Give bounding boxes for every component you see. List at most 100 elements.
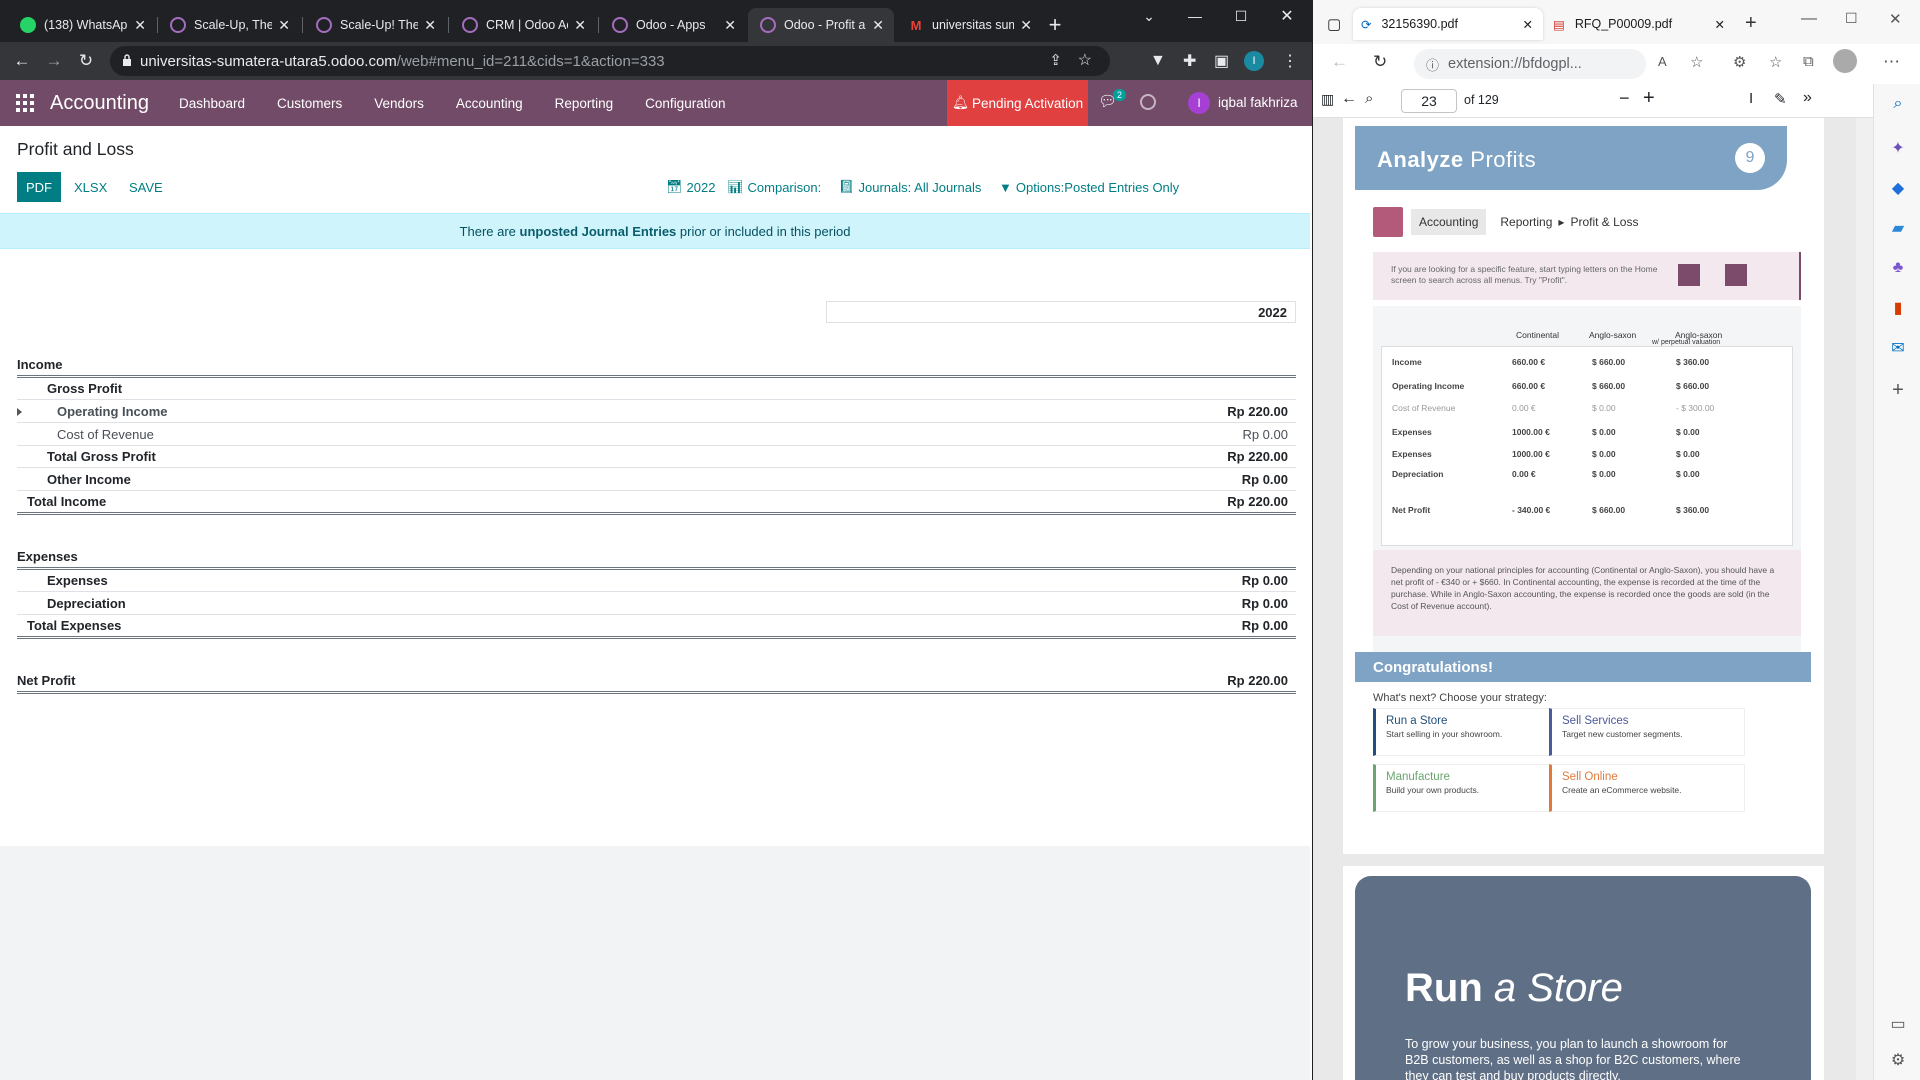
journals-filter[interactable]: 📓︎ Journals: All Journals <box>838 172 981 202</box>
tab-scaleup-2[interactable]: Scale-Up! The B ✕ <box>304 8 446 42</box>
back-button[interactable]: ← <box>1331 52 1348 72</box>
tab-pdf-rfq[interactable]: ▤ RFQ_P00009.pdf ✕ <box>1545 8 1735 40</box>
close-icon[interactable]: ✕ <box>424 17 436 34</box>
user-name[interactable]: iqbal fakhriza <box>1218 95 1298 110</box>
profile-avatar[interactable]: I <box>1244 42 1264 80</box>
find-icon[interactable]: ⌕ <box>1365 90 1373 107</box>
copilot-icon[interactable]: ✦ <box>1888 138 1908 158</box>
page-number-input[interactable]: 23 <box>1401 89 1457 113</box>
tab-gmail[interactable]: M universitas sum ✕ <box>896 8 1042 42</box>
pdf-scrollbar[interactable] <box>1856 118 1873 1080</box>
search-icon[interactable]: ⌕ <box>1888 94 1908 114</box>
pdf-button[interactable]: PDF <box>17 172 61 202</box>
user-avatar[interactable]: I <box>1188 92 1210 114</box>
address-bar[interactable]: universitas-sumatera-utara5.odoo.com/web… <box>110 46 1110 76</box>
bell-icon: 🔔︎ <box>951 95 970 110</box>
save-button[interactable]: SAVE <box>129 172 163 202</box>
address-bar[interactable]: ⓘ extension://bfdogpl... <box>1414 49 1646 79</box>
pdf-toolbar: ▥ ← ⌕ 23 of 129 − + I ✎ » <box>1313 84 1873 118</box>
table-row[interactable]: Other Income Rp 0.00 <box>17 468 1296 490</box>
more-menu-icon[interactable]: ⋯ <box>1883 52 1900 72</box>
table-row[interactable]: Expenses Rp 0.00 <box>17 569 1296 591</box>
hide-sidebar-icon[interactable]: ▭ <box>1888 1014 1908 1034</box>
add-favorite-icon[interactable]: ☆ <box>1690 53 1703 71</box>
close-icon[interactable]: ✕ <box>872 17 884 34</box>
expand-caret-icon[interactable] <box>17 408 22 416</box>
unposted-entries-link[interactable]: unposted Journal Entries <box>520 224 677 239</box>
office-icon[interactable]: ▮ <box>1888 298 1908 318</box>
extensions-puzzle-icon[interactable]: ✚ <box>1183 42 1196 80</box>
maximize-button[interactable]: ☐ <box>1845 10 1858 27</box>
xlsx-button[interactable]: XLSX <box>74 172 107 202</box>
forward-button[interactable]: → <box>40 47 68 75</box>
tab-profit-loss[interactable]: Odoo - Profit an ✕ <box>748 8 894 42</box>
table-row[interactable]: Depreciation Rp 0.00 <box>17 592 1296 614</box>
add-sidebar-icon[interactable]: + <box>1888 379 1908 401</box>
zoom-in-button[interactable]: + <box>1643 87 1655 110</box>
tab-actions-icon[interactable]: ▢ <box>1327 15 1341 33</box>
reload-button[interactable]: ↻ <box>1373 52 1387 72</box>
apps-menu-icon[interactable] <box>16 94 34 112</box>
menu-reporting[interactable]: Reporting <box>539 96 630 111</box>
menu-customers[interactable]: Customers <box>261 96 358 111</box>
edge-window: ▢ ⟳ 32156390.pdf ✕ ▤ RFQ_P00009.pdf ✕ + … <box>1313 0 1920 1080</box>
close-icon[interactable]: ✕ <box>574 17 586 34</box>
profile-avatar[interactable] <box>1833 49 1857 73</box>
back-button[interactable]: ← <box>8 47 36 75</box>
period-filter[interactable]: 📅︎ 2022 <box>666 172 715 202</box>
tab-pdf-32156390[interactable]: ⟳ 32156390.pdf ✕ <box>1353 8 1543 40</box>
tab-whatsapp[interactable]: (138) WhatsApp ✕ <box>8 8 156 42</box>
back-arrow-icon[interactable]: ← <box>1341 90 1357 108</box>
minimize-button[interactable]: — <box>1172 0 1218 32</box>
chrome-menu-icon[interactable]: ⋮ <box>1282 42 1298 80</box>
pdf-icon: ▤ <box>1553 17 1565 32</box>
minimize-button[interactable]: — <box>1801 10 1817 28</box>
close-icon[interactable]: ✕ <box>1715 17 1725 32</box>
favorites-icon[interactable]: ☆ <box>1769 53 1782 71</box>
toolbox-icon[interactable]: ▰ <box>1888 218 1908 238</box>
maximize-button[interactable]: ☐ <box>1218 0 1264 32</box>
close-window-button[interactable]: ✕ <box>1889 10 1902 28</box>
close-icon[interactable]: ✕ <box>278 17 290 34</box>
text-cursor-icon[interactable]: I <box>1749 90 1753 107</box>
share-icon[interactable]: ⇪ <box>1049 51 1062 69</box>
outlook-icon[interactable]: ✉ <box>1888 338 1908 358</box>
side-panel-icon[interactable]: ▣ <box>1214 42 1229 80</box>
draw-icon[interactable]: ✎ <box>1774 90 1787 108</box>
zoom-out-button[interactable]: − <box>1619 88 1630 109</box>
close-icon[interactable]: ✕ <box>134 17 146 34</box>
reload-button[interactable]: ↻ <box>72 47 100 75</box>
edge-sidebar: ⌕ ✦ ◆ ▰ ♣ ▮ ✉ + ▭ ⚙ <box>1873 84 1920 1080</box>
tab-odoo-apps[interactable]: Odoo - Apps ✕ <box>600 8 746 42</box>
close-window-button[interactable]: ✕ <box>1264 0 1310 32</box>
settings-icon[interactable]: ⚙ <box>1888 1050 1908 1070</box>
table-row[interactable]: Cost of Revenue Rp 0.00 <box>17 423 1296 445</box>
new-tab-button[interactable]: + <box>1040 10 1070 40</box>
menu-dashboard[interactable]: Dashboard <box>163 96 261 111</box>
options-filter[interactable]: ▼ Options:Posted Entries Only <box>999 172 1179 202</box>
collections-icon[interactable]: ⧉ <box>1803 53 1814 70</box>
extensions-icon[interactable]: ⚙ <box>1733 53 1746 71</box>
close-icon[interactable]: ✕ <box>1523 17 1533 32</box>
close-icon[interactable]: ✕ <box>1020 17 1032 34</box>
contents-icon[interactable]: ▥ <box>1321 91 1334 108</box>
pending-activation-button[interactable]: 🔔︎ Pending Activation <box>947 80 1088 126</box>
extension-icon[interactable]: ▼ <box>1150 42 1166 80</box>
menu-accounting[interactable]: Accounting <box>440 96 539 111</box>
close-icon[interactable]: ✕ <box>724 17 736 34</box>
tab-search-button[interactable]: ⌄ <box>1126 0 1172 32</box>
tab-scaleup-1[interactable]: Scale-Up, The B ✕ <box>158 8 300 42</box>
games-icon[interactable]: ♣ <box>1888 258 1908 278</box>
tab-crm[interactable]: CRM | Odoo Ac ✕ <box>450 8 596 42</box>
comparison-filter[interactable]: 📊︎ Comparison: <box>727 172 821 202</box>
menu-vendors[interactable]: Vendors <box>358 96 440 111</box>
bookmark-star-icon[interactable]: ☆ <box>1078 50 1092 70</box>
table-row[interactable]: Operating Income Rp 220.00 <box>17 400 1296 422</box>
expand-icon[interactable]: » <box>1803 89 1812 107</box>
menu-configuration[interactable]: Configuration <box>629 96 741 111</box>
read-aloud-icon[interactable]: A <box>1658 54 1667 69</box>
new-tab-button[interactable]: + <box>1745 12 1757 35</box>
tag-icon[interactable]: ◆ <box>1888 178 1908 198</box>
activity-clock-icon[interactable] <box>1140 94 1156 110</box>
app-name[interactable]: Accounting <box>50 92 149 115</box>
